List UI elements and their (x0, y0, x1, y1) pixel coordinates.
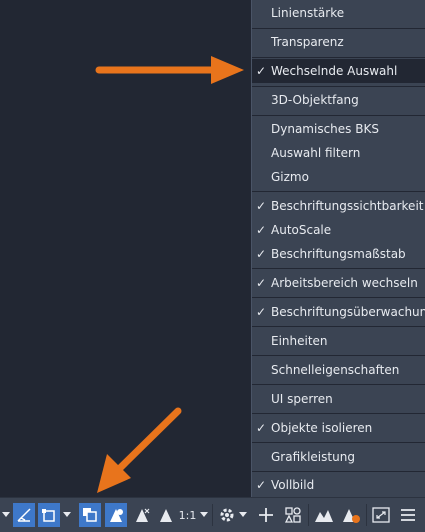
annotation-monitor-button[interactable] (255, 503, 277, 527)
isometric-drafting-icon (16, 507, 32, 523)
menu-separator (252, 191, 425, 192)
menu-separator (252, 471, 425, 472)
check-icon: ✓ (256, 421, 267, 435)
hamburger-menu-icon (400, 508, 416, 522)
menu-item-vollbild[interactable]: ✓ Vollbild (252, 473, 425, 497)
workspace-switching-icon (218, 506, 236, 524)
menu-item-beschriftungsueberwachung[interactable]: ✓ Beschriftungsüberwachung (252, 300, 425, 324)
menu-item-beschriftungsmassstab[interactable]: ✓ Beschriftungsmaßstab (252, 242, 425, 266)
check-icon (256, 391, 268, 407)
menu-separator (252, 326, 425, 327)
menu-separator (252, 57, 425, 58)
menu-item-schnelleigenschaften[interactable]: Schnelleigenschaften (252, 358, 425, 382)
menu-item-transparenz[interactable]: Transparenz (252, 30, 425, 54)
selection-cycling-button[interactable] (105, 503, 127, 527)
autoscale-button[interactable] (156, 503, 176, 527)
annotation-scale-dropdown[interactable]: 1:1 (178, 503, 210, 527)
hardware-acceleration-button[interactable] (339, 503, 363, 527)
check-icon (256, 449, 268, 465)
menu-item-auswahl-filtern[interactable]: Auswahl filtern (252, 141, 425, 165)
menu-item-objekte-isolieren[interactable]: ✓ Objekte isolieren (252, 416, 425, 440)
menu-separator (252, 384, 425, 385)
menu-item-dynamisches-bks[interactable]: Dynamisches BKS (252, 117, 425, 141)
statusbar-divider (366, 504, 367, 526)
menu-separator (252, 86, 425, 87)
check-icon: ✓ (256, 305, 267, 319)
check-icon (256, 121, 268, 137)
object-snap-tracking-button[interactable] (38, 503, 60, 527)
object-snap-dropdown[interactable] (61, 503, 73, 527)
check-icon (256, 92, 268, 108)
status-bar: 1:1 (0, 497, 425, 532)
menu-item-ui-sperren[interactable]: UI sperren (252, 387, 425, 411)
statusbar-divider (212, 504, 213, 526)
dropdown-arrow-icon[interactable] (1, 503, 11, 527)
isolate-objects-icon (314, 506, 334, 524)
menu-separator (252, 355, 425, 356)
autoscale-icon (158, 506, 174, 524)
menu-item-autoscale[interactable]: ✓ AutoScale (252, 218, 425, 242)
check-icon: ✓ (256, 223, 267, 237)
clean-screen-icon (372, 507, 390, 523)
statusbar-divider (308, 504, 309, 526)
menu-separator (252, 413, 425, 414)
check-icon (256, 145, 268, 161)
check-icon: ✓ (256, 199, 267, 213)
check-icon (256, 362, 268, 378)
menu-separator (252, 268, 425, 269)
menu-item-einheiten[interactable]: Einheiten (252, 329, 425, 353)
menu-item-3d-objektfang[interactable]: 3D-Objektfang (252, 88, 425, 112)
menu-separator (252, 115, 425, 116)
units-button[interactable] (282, 503, 304, 527)
check-icon (256, 169, 268, 185)
isometric-drafting-button[interactable] (13, 503, 35, 527)
check-icon: ✓ (256, 478, 267, 492)
check-icon: ✓ (256, 247, 267, 261)
hardware-acceleration-icon (341, 506, 361, 524)
menu-separator (252, 297, 425, 298)
workspace-switching-button[interactable] (216, 503, 250, 527)
units-icon (284, 506, 302, 524)
check-icon: ✓ (256, 276, 267, 290)
menu-separator (252, 28, 425, 29)
2d-object-snap-icon (82, 507, 98, 523)
plus-icon (258, 507, 274, 523)
customization-menu-button[interactable] (397, 503, 419, 527)
menu-item-gizmo[interactable]: Gizmo (252, 165, 425, 189)
statusbar-customization-menu: Linienstärke Transparenz ✓ Wechselnde Au… (251, 0, 425, 497)
menu-item-beschriftungssichtbarkeit[interactable]: ✓ Beschriftungssichtbarkeit (252, 194, 425, 218)
annotation-visibility-button[interactable] (131, 503, 153, 527)
check-icon: ✓ (256, 64, 267, 78)
menu-item-arbeitsbereich-wechseln[interactable]: ✓ Arbeitsbereich wechseln (252, 271, 425, 295)
annotation-visibility-icon (133, 506, 151, 524)
menu-separator (252, 442, 425, 443)
selection-cycling-icon (107, 506, 125, 524)
menu-item-grafikleistung[interactable]: Grafikleistung (252, 445, 425, 469)
menu-item-linienstaerke[interactable]: Linienstärke (252, 1, 425, 25)
2d-object-snap-button[interactable] (79, 503, 101, 527)
clean-screen-button[interactable] (370, 503, 392, 527)
check-icon (256, 333, 268, 349)
menu-item-wechselnde-auswahl[interactable]: ✓ Wechselnde Auswahl (252, 59, 425, 83)
check-icon (256, 5, 268, 21)
check-icon (256, 34, 268, 50)
object-snap-tracking-icon (41, 507, 57, 523)
isolate-objects-button[interactable] (312, 503, 336, 527)
